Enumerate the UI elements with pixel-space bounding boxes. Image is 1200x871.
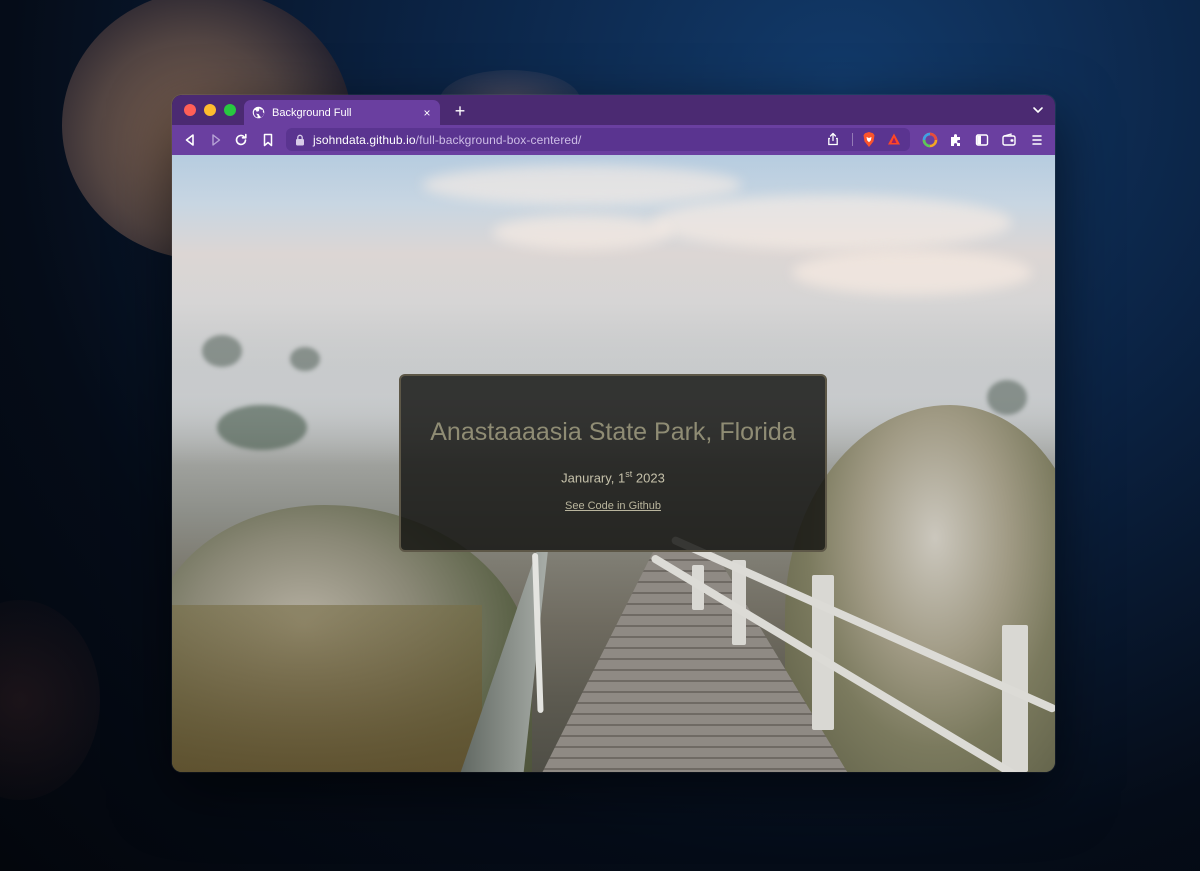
address-bar[interactable]: jsohndata.github.io/full-background-box-…	[286, 128, 910, 151]
bat-icon[interactable]	[887, 132, 901, 146]
centered-info-box: Anastaaaasia State Park, Florida Janurar…	[399, 374, 827, 552]
close-window-button[interactable]	[184, 104, 196, 116]
globe-icon	[252, 106, 265, 119]
browser-toolbar: jsohndata.github.io/full-background-box-…	[172, 125, 1055, 155]
tab-title: Background Full	[272, 106, 352, 119]
toolbar-separator	[852, 133, 853, 146]
color-wheel-icon[interactable]	[922, 132, 938, 148]
menu-icon[interactable]	[1029, 132, 1045, 148]
reload-icon[interactable]	[233, 132, 249, 148]
extensions-icon[interactable]	[948, 132, 964, 148]
date-year: 2023	[632, 470, 665, 486]
url-text: jsohndata.github.io/full-background-box-…	[313, 133, 581, 147]
maximize-window-button[interactable]	[224, 104, 236, 116]
date-prefix: Janurary, 1	[561, 470, 626, 486]
forward-icon[interactable]	[208, 132, 224, 148]
tab-background-full[interactable]: Background Full ×	[244, 100, 440, 125]
back-icon[interactable]	[182, 132, 198, 148]
share-icon[interactable]	[826, 132, 840, 146]
minimize-window-button[interactable]	[204, 104, 216, 116]
tab-strip: Background Full × +	[172, 95, 1055, 125]
browser-window: Background Full × + jsohndata.github.io/…	[172, 95, 1055, 772]
brave-shield-icon[interactable]	[861, 131, 877, 148]
page-date: Janurary, 1st 2023	[401, 469, 825, 485]
window-controls	[184, 104, 236, 116]
wallet-icon[interactable]	[1001, 132, 1017, 148]
page-viewport: Anastaaaasia State Park, Florida Janurar…	[172, 155, 1055, 772]
page-title: Anastaaaasia State Park, Florida	[430, 418, 796, 446]
bookmark-icon[interactable]	[260, 132, 276, 148]
url-path: /full-background-box-centered/	[415, 132, 582, 147]
url-domain: jsohndata.github.io	[313, 132, 416, 147]
lock-icon	[296, 134, 304, 145]
sidebar-icon[interactable]	[974, 132, 990, 148]
github-link[interactable]: See Code in Github	[565, 500, 661, 512]
wallpaper-bokeh	[0, 600, 100, 800]
chevron-down-icon[interactable]	[1031, 103, 1045, 117]
new-tab-button[interactable]: +	[450, 100, 470, 122]
close-icon[interactable]: ×	[419, 106, 435, 120]
